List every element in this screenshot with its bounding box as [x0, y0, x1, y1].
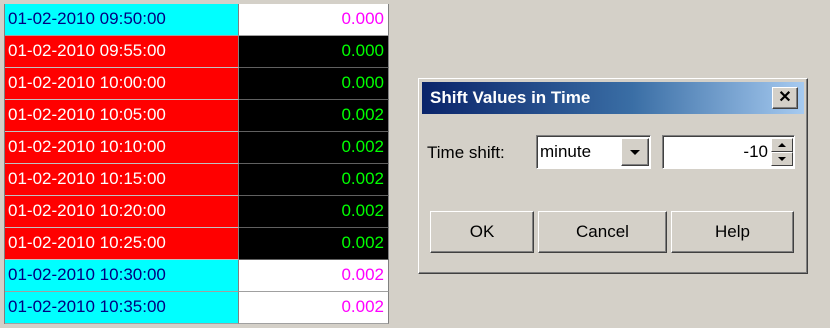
timestamp-cell[interactable]: 01-02-2010 10:15:00	[5, 164, 239, 196]
timestamp-cell[interactable]: 01-02-2010 10:20:00	[5, 196, 239, 228]
value-cell[interactable]: 0.002	[239, 292, 389, 324]
table-row[interactable]: 01-02-2010 10:05:00 0.002	[5, 100, 389, 132]
table-row[interactable]: 01-02-2010 10:20:00 0.002	[5, 196, 389, 228]
timestamp-cell[interactable]: 01-02-2010 10:05:00	[5, 100, 239, 132]
arrow-down-icon	[778, 157, 786, 161]
value-cell[interactable]: 0.002	[239, 132, 389, 164]
time-unit-value: minute	[540, 142, 592, 161]
spin-up-button[interactable]	[771, 138, 793, 152]
timestamp-cell[interactable]: 01-02-2010 10:35:00	[5, 292, 239, 324]
arrow-up-icon	[778, 143, 786, 147]
timestamp-cell[interactable]: 01-02-2010 10:00:00	[5, 68, 239, 100]
table-row[interactable]: 01-02-2010 10:25:00 0.002	[5, 228, 389, 260]
close-icon: ✕	[778, 89, 792, 106]
timestamp-cell[interactable]: 01-02-2010 09:55:00	[5, 36, 239, 68]
spinner	[771, 138, 793, 166]
shift-values-dialog: Shift Values in Time ✕ Time shift: minut…	[418, 78, 808, 274]
value-cell[interactable]: 0.002	[239, 196, 389, 228]
dialog-title: Shift Values in Time	[430, 88, 591, 107]
table-row[interactable]: 01-02-2010 10:15:00 0.002	[5, 164, 389, 196]
timestamp-cell[interactable]: 01-02-2010 09:50:00	[5, 4, 239, 36]
value-cell[interactable]: 0.002	[239, 260, 389, 292]
cancel-button[interactable]: Cancel	[538, 211, 667, 253]
time-series-grid: 01-02-2010 09:50:00 0.000 01-02-2010 09:55…	[4, 4, 389, 324]
close-button[interactable]: ✕	[772, 87, 798, 109]
table-row[interactable]: 01-02-2010 10:00:00 0.000	[5, 68, 389, 100]
timestamp-cell[interactable]: 01-02-2010 10:10:00	[5, 132, 239, 164]
value-cell[interactable]: 0.000	[239, 68, 389, 100]
dropdown-button[interactable]	[621, 138, 649, 166]
spin-down-button[interactable]	[771, 152, 793, 166]
value-cell[interactable]: 0.000	[239, 4, 389, 36]
value-cell[interactable]: 0.002	[239, 164, 389, 196]
time-shift-label: Time shift:	[427, 143, 505, 162]
ok-button[interactable]: OK	[430, 211, 534, 253]
table-row[interactable]: 01-02-2010 09:55:00 0.000	[5, 36, 389, 68]
chevron-down-icon	[630, 149, 640, 155]
shift-amount-value[interactable]: -10	[663, 142, 771, 162]
shift-amount-stepper[interactable]: -10	[662, 135, 795, 169]
table-row[interactable]: 01-02-2010 10:35:00 0.002	[5, 292, 389, 324]
timestamp-cell[interactable]: 01-02-2010 10:30:00	[5, 260, 239, 292]
value-cell[interactable]: 0.002	[239, 100, 389, 132]
help-button[interactable]: Help	[671, 211, 794, 253]
timestamp-cell[interactable]: 01-02-2010 10:25:00	[5, 228, 239, 260]
value-cell[interactable]: 0.000	[239, 36, 389, 68]
table-row[interactable]: 01-02-2010 10:10:00 0.002	[5, 132, 389, 164]
value-cell[interactable]: 0.002	[239, 228, 389, 260]
dialog-titlebar[interactable]: Shift Values in Time ✕	[422, 82, 804, 114]
time-unit-select[interactable]: minute	[536, 135, 651, 169]
table-row[interactable]: 01-02-2010 09:50:00 0.000	[5, 4, 389, 36]
app-window: 01-02-2010 09:50:00 0.000 01-02-2010 09:55…	[0, 0, 830, 328]
table-row[interactable]: 01-02-2010 10:30:00 0.002	[5, 260, 389, 292]
